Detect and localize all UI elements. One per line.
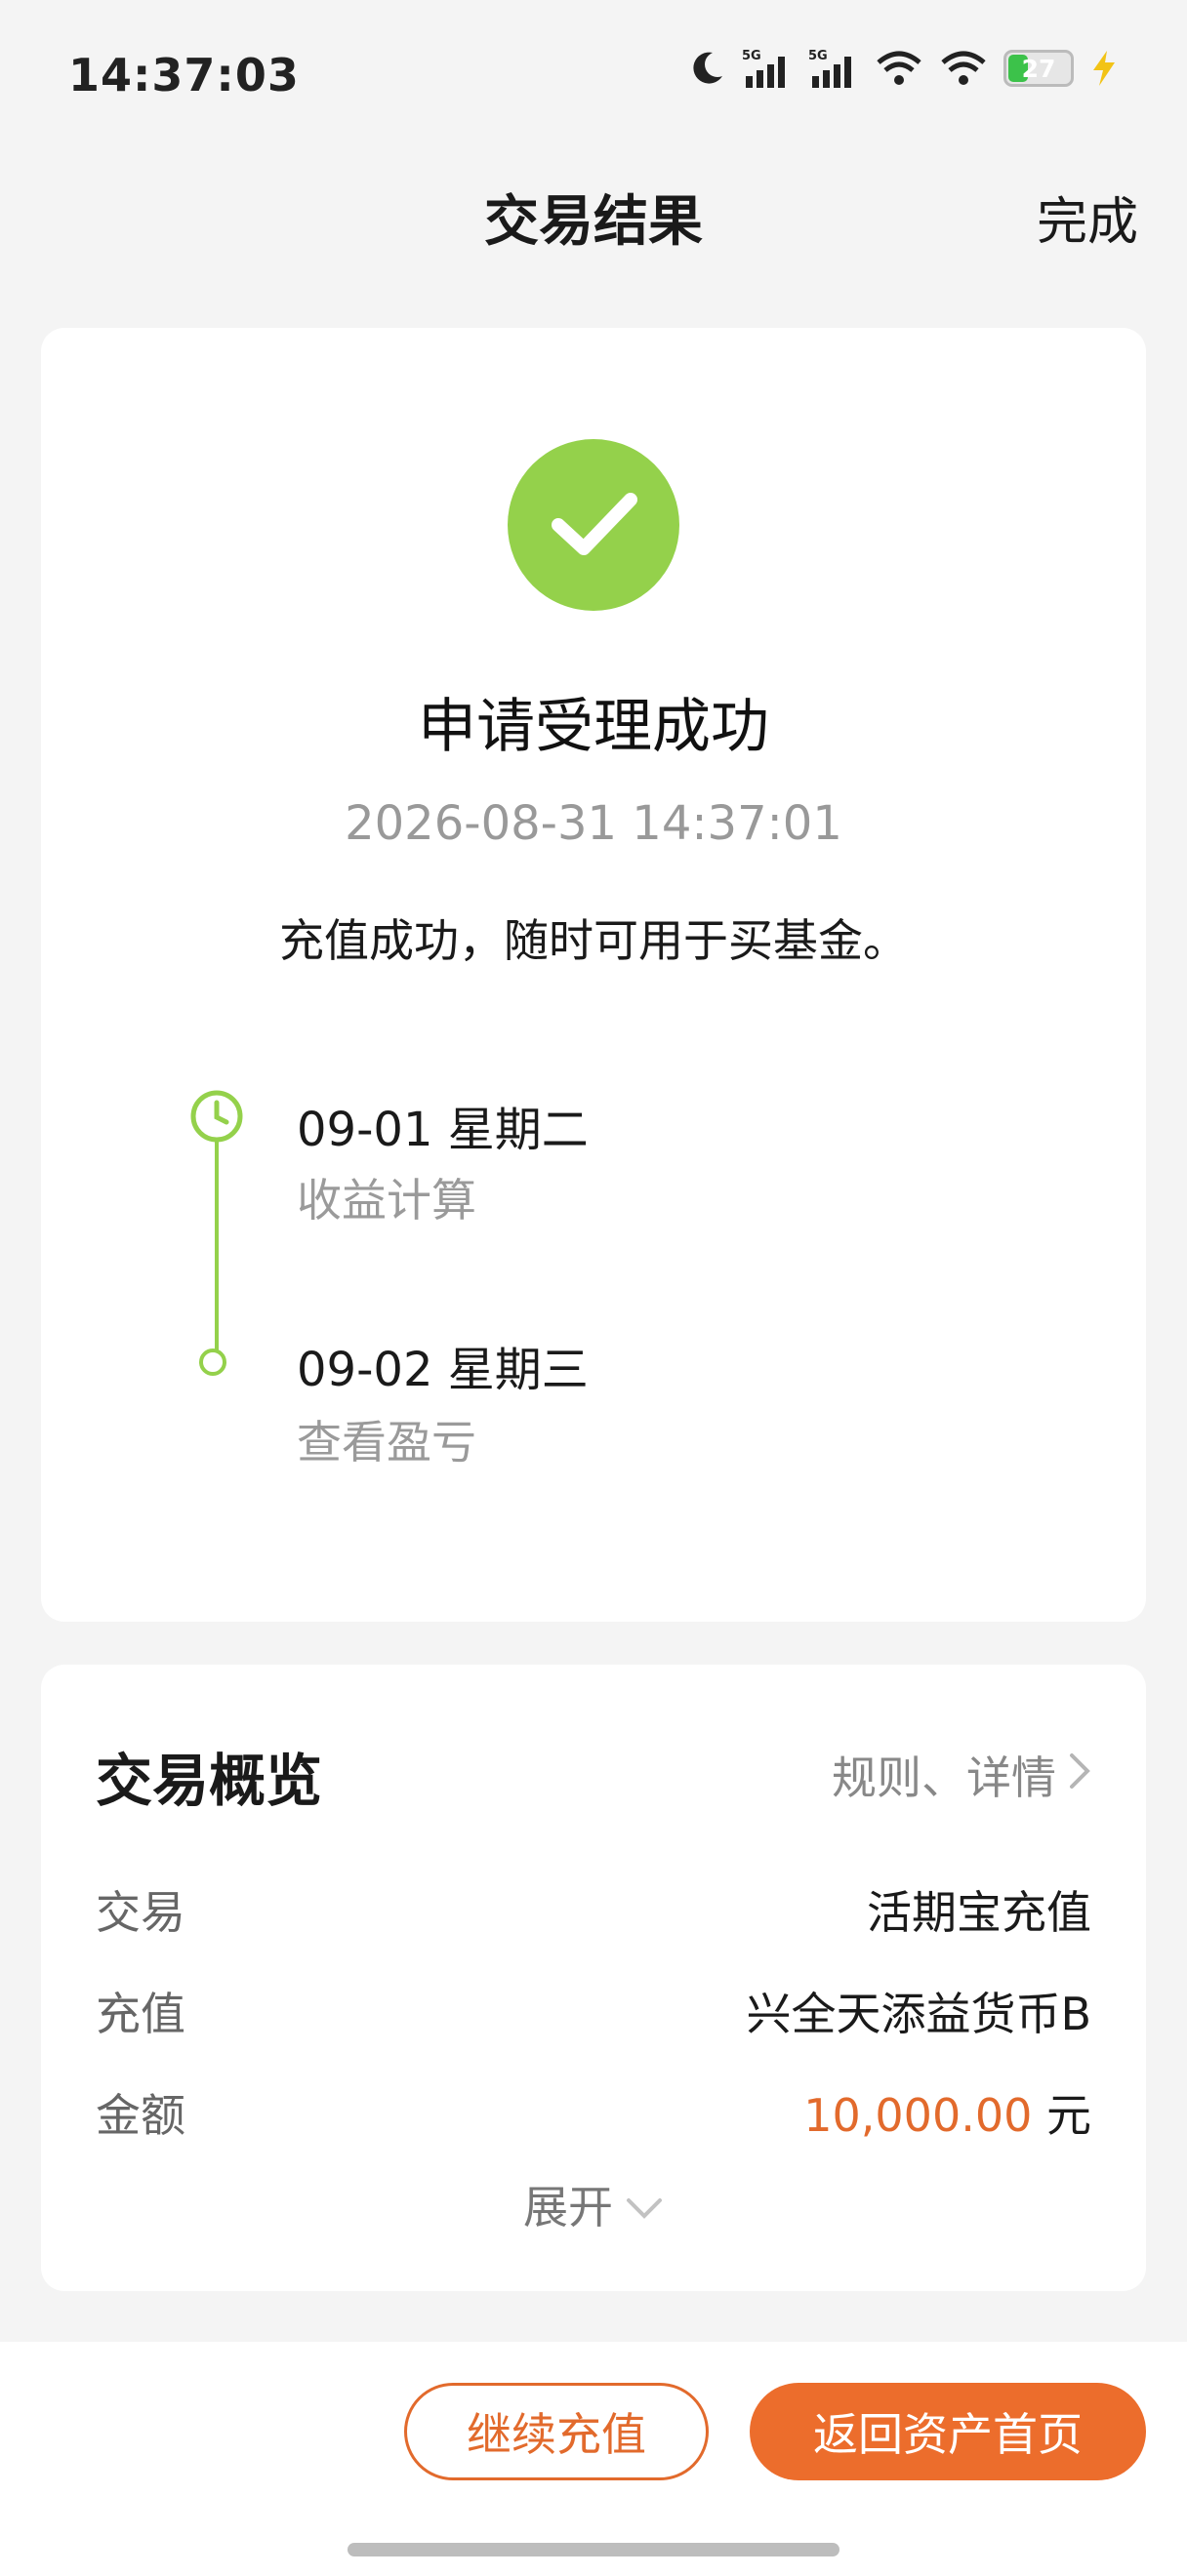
- done-button[interactable]: 完成: [1037, 181, 1138, 254]
- expand-label: 展开: [523, 2181, 613, 2234]
- back-to-assets-button[interactable]: 返回资产首页: [750, 2383, 1146, 2480]
- moon-icon: [687, 49, 726, 88]
- chevron-right-icon: [1068, 1749, 1091, 1801]
- timeline-line: [215, 1138, 219, 1362]
- amount-value: 10,000.00: [803, 2089, 1033, 2142]
- status-bar: 14:37:03 5G 5G 27: [0, 0, 1187, 146]
- overview-title: 交易概览: [96, 1748, 323, 1814]
- signal-5g-icon: 5G: [808, 47, 859, 90]
- row-label: 金额: [96, 2089, 185, 2142]
- home-indicator[interactable]: [348, 2543, 839, 2556]
- overview-card: 交易概览 规则、详情 交易 活期宝充值 充值 兴全天添益货币B 金额 10,00…: [41, 1665, 1146, 2291]
- rules-details-link[interactable]: 规则、详情: [832, 1743, 1091, 1807]
- success-check-icon: [508, 439, 679, 611]
- overview-row-amount: 金额 10,000.00 元: [96, 2080, 1091, 2149]
- row-value: 活期宝充值: [867, 1886, 1091, 1939]
- bottom-action-bar: 继续充值 返回资产首页: [0, 2342, 1187, 2576]
- timeline-date: 09-01 星期二: [297, 1103, 589, 1157]
- battery-icon: 27: [1003, 50, 1074, 87]
- expand-button[interactable]: 展开: [41, 2172, 1146, 2236]
- result-title: 申请受理成功: [418, 693, 769, 761]
- charging-icon: [1089, 49, 1119, 88]
- row-label: 交易: [96, 1886, 185, 1939]
- timeline-dot: [199, 1348, 226, 1376]
- timeline-date: 09-02 星期三: [297, 1343, 589, 1397]
- result-timestamp: 2026-08-31 14:37:01: [345, 796, 842, 851]
- overview-row-fund: 充值 兴全天添益货币B: [96, 1979, 1091, 2047]
- row-value: 10,000.00 元: [803, 2080, 1091, 2145]
- signal-5g-label: 5G: [742, 49, 761, 63]
- battery-level: 27: [1021, 54, 1056, 83]
- signal-5g-icon: 5G: [742, 47, 793, 90]
- chevron-down-icon: [625, 2178, 664, 2231]
- wifi-icon: [939, 49, 988, 88]
- rules-details-label: 规则、详情: [832, 1751, 1056, 1804]
- result-card: 申请受理成功 2026-08-31 14:37:01 充值成功，随时可用于买基金…: [41, 328, 1146, 1622]
- page-title: 交易结果: [484, 190, 703, 254]
- continue-recharge-button[interactable]: 继续充值: [404, 2383, 709, 2480]
- nav-header: 交易结果 完成: [0, 156, 1187, 263]
- status-time: 14:37:03: [68, 49, 300, 101]
- signal-5g-label: 5G: [808, 49, 828, 63]
- clock-icon: [189, 1089, 244, 1144]
- result-description: 充值成功，随时可用于买基金。: [279, 914, 908, 967]
- amount-unit: 元: [1046, 2089, 1091, 2142]
- status-icons: 5G 5G 27: [687, 47, 1119, 90]
- overview-row-trade: 交易 活期宝充值: [96, 1877, 1091, 1946]
- row-value: 兴全天添益货币B: [746, 1988, 1091, 2040]
- timeline-label: 查看盈亏: [297, 1416, 476, 1469]
- timeline-label: 收益计算: [297, 1174, 476, 1227]
- row-label: 充值: [96, 1988, 185, 2040]
- timeline: 09-01 星期二 收益计算 09-02 星期三 查看盈亏: [139, 1089, 1017, 1577]
- wifi-icon: [875, 49, 923, 88]
